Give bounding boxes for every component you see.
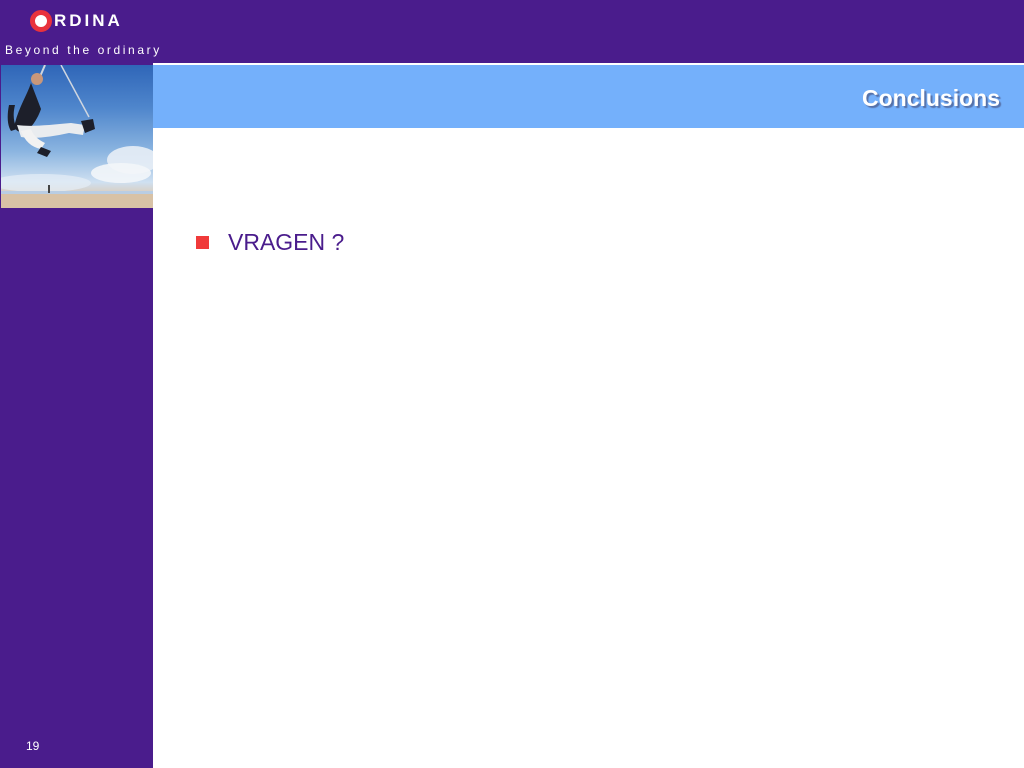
jumping-man-photo: [1, 65, 153, 208]
tagline: Beyond the ordinary: [5, 43, 162, 57]
header-photo: [1, 65, 153, 208]
logo-o-icon: [30, 10, 52, 32]
bullet-list: VRAGEN ?: [196, 229, 344, 256]
slide-title: Conclusions: [861, 85, 1000, 111]
header-band: RDINA Beyond the ordinary: [0, 0, 1024, 63]
square-bullet-icon: [196, 236, 209, 249]
logo-text: RDINA: [54, 11, 123, 30]
ordina-logo: RDINA: [30, 7, 130, 35]
bullet-text: VRAGEN ?: [228, 229, 345, 255]
title-bar: Conclusions: [153, 64, 1024, 128]
list-item: VRAGEN ?: [196, 229, 344, 256]
page-number: 19: [26, 739, 40, 753]
